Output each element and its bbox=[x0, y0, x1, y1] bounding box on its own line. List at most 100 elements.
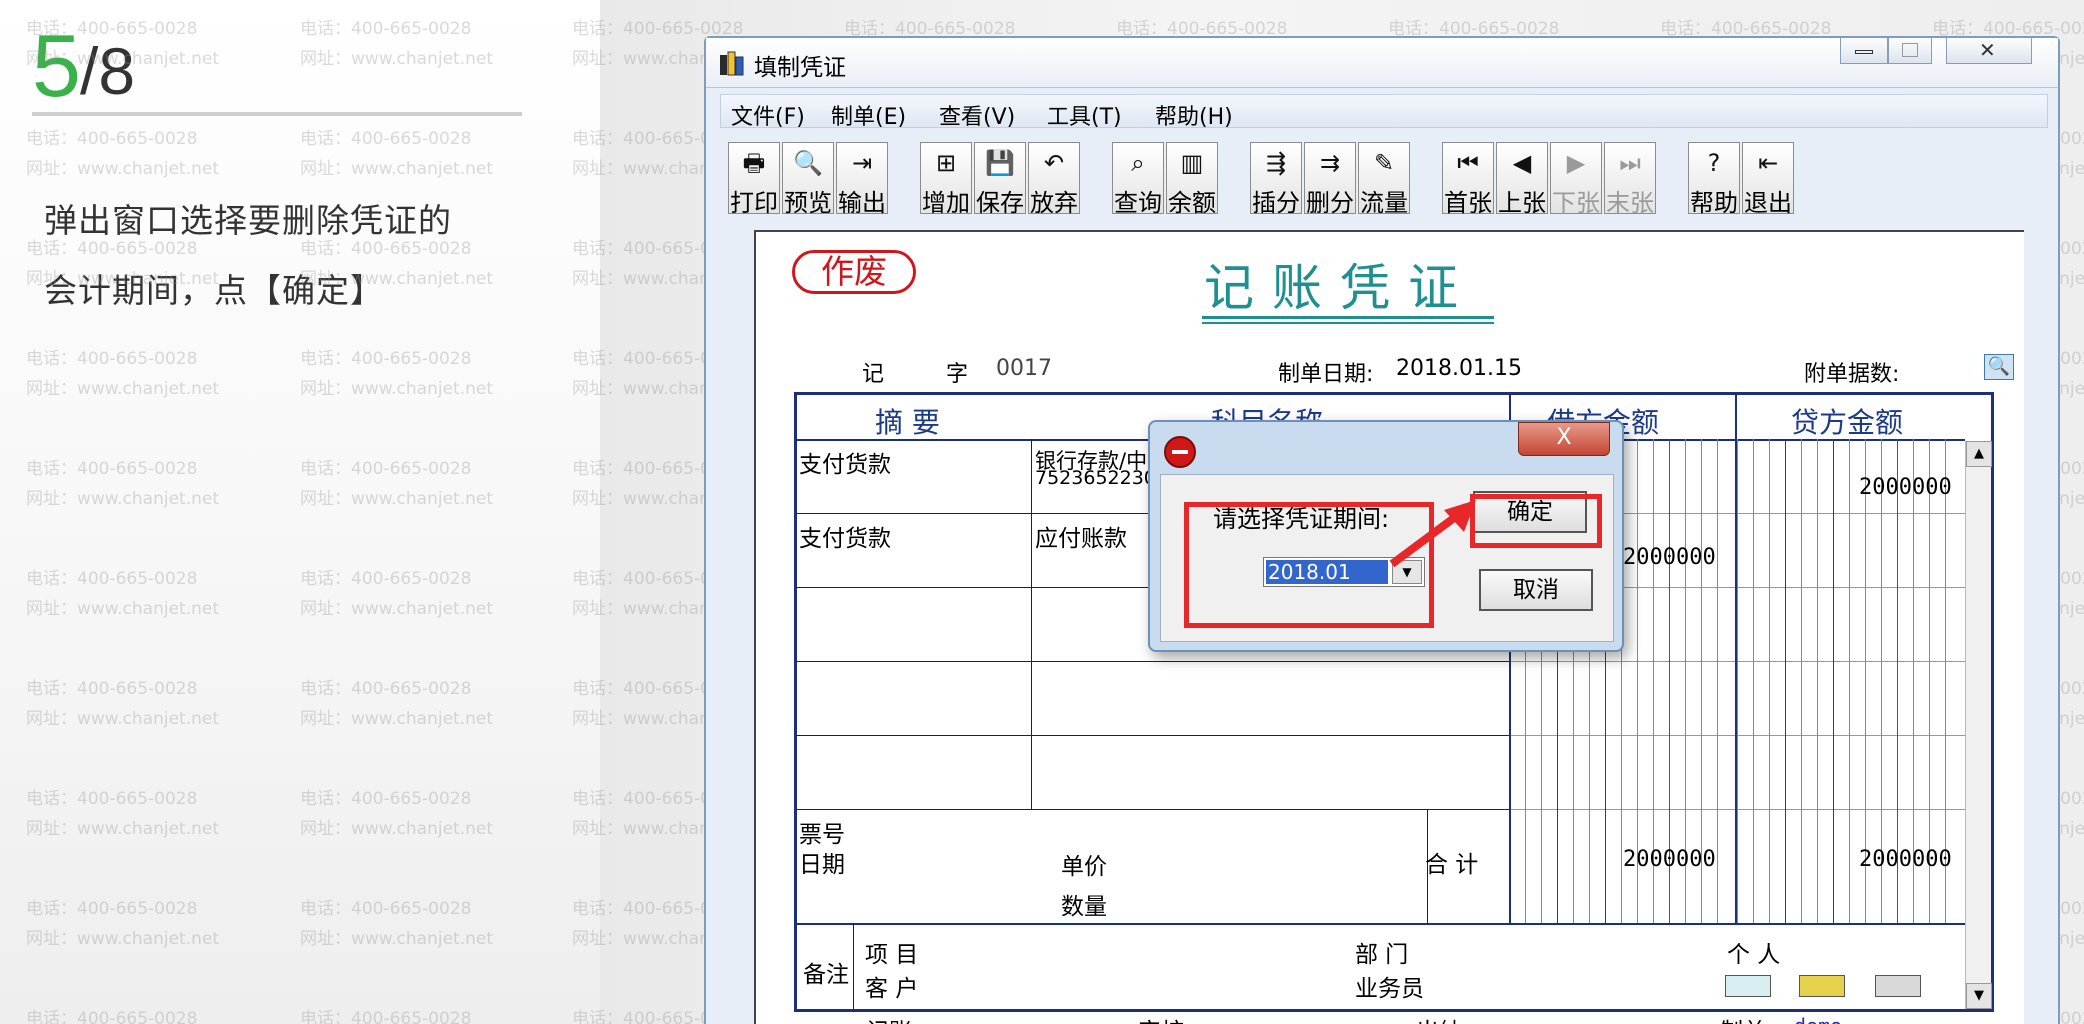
qty-label: 数量 bbox=[1061, 894, 1107, 920]
row1-summary[interactable]: 支付货款 bbox=[799, 445, 891, 479]
tutorial-panel: 5 /8 弹出窗口选择要删除凭证的 会计期间，点【确定】 bbox=[0, 0, 600, 1024]
magnifier-icon[interactable]: 🔍 bbox=[1984, 354, 2014, 380]
row1-account-sub: 7523652230 bbox=[1035, 467, 1156, 489]
grid-hline bbox=[797, 809, 1509, 810]
next-icon: ▶ bbox=[1566, 149, 1586, 177]
grid-vline bbox=[1717, 439, 1718, 923]
toolbar-button-3[interactable]: ⊞ 增加 bbox=[920, 142, 972, 217]
toolbar-label: 流量 bbox=[1360, 189, 1408, 217]
grid-vline bbox=[1753, 439, 1754, 923]
grid-vline bbox=[1833, 439, 1834, 923]
step-total: /8 bbox=[80, 34, 136, 108]
toolbar-button-8[interactable]: ⇶ 插分 bbox=[1250, 142, 1302, 217]
scroll-down-icon[interactable]: ▼ bbox=[1966, 983, 1992, 1009]
toolbar-button-10[interactable]: ✎ 流量 bbox=[1358, 142, 1410, 217]
toolbar-button-6[interactable]: ⌕ 查询 bbox=[1112, 142, 1164, 217]
voucher-number-label: 字 bbox=[946, 362, 969, 387]
toolbar-label: 帮助 bbox=[1690, 189, 1738, 217]
ticket-label: 票号 bbox=[799, 822, 845, 848]
grid-hline bbox=[797, 735, 1509, 736]
add-icon: ⊞ bbox=[935, 149, 957, 177]
first-icon: ⏮ bbox=[1457, 149, 1479, 177]
toolbar-button-7[interactable]: ▥ 余额 bbox=[1166, 142, 1218, 217]
card-icon[interactable] bbox=[1799, 975, 1845, 997]
grid-vline bbox=[1801, 439, 1802, 923]
period-dialog: X 请选择凭证期间: 2018.01 ▼ 确定 取消 bbox=[1148, 420, 1624, 652]
price-label: 单价 bbox=[1061, 854, 1107, 880]
menu-voucher[interactable]: 制单(E) bbox=[831, 99, 906, 131]
title-underline bbox=[1202, 316, 1494, 319]
toolbar-label: 退出 bbox=[1744, 189, 1792, 217]
toolbar-button-1[interactable]: 🔍 预览 bbox=[782, 142, 834, 217]
last-icon: ⏭ bbox=[1619, 149, 1641, 177]
toolbar: 🖶 打印 🔍 预览 ⇥ 输出 ⊞ 增加 💾 保存 ↶ 放弃 ⌕ 查询 ▥ 余额 ⇶ 插分 ⇉ 删分 ✎ 流量 ⏮ 首张 ◀ 上张 ▶… bbox=[720, 134, 2048, 217]
voucher-date[interactable]: 2018.01.15 bbox=[1396, 356, 1522, 381]
menu-view[interactable]: 查看(V) bbox=[939, 99, 1015, 131]
pen-icon: ✎ bbox=[1373, 149, 1395, 177]
row2-debit[interactable]: 2000000 bbox=[1623, 545, 1716, 570]
toolbar-button-0[interactable]: 🖶 打印 bbox=[728, 142, 780, 217]
toolbar-button-15[interactable]: ? 帮助 bbox=[1688, 142, 1740, 217]
maximize-button[interactable] bbox=[1888, 38, 1932, 64]
footer-maker-name: demo bbox=[1794, 1014, 1842, 1024]
toolbar-label: 下张 bbox=[1552, 189, 1600, 217]
staff-label: 业务员 bbox=[1355, 976, 1424, 1002]
toolbar-button-12[interactable]: ◀ 上张 bbox=[1496, 142, 1548, 217]
maximize-icon bbox=[1902, 43, 1918, 57]
grid-vline bbox=[1031, 439, 1032, 809]
window-close-button[interactable]: ✕ bbox=[1946, 38, 2032, 64]
grid-hline bbox=[797, 661, 1509, 662]
attachments-label: 附单据数: bbox=[1804, 362, 1900, 387]
grid-vline bbox=[853, 923, 854, 1009]
insert-row-icon: ⇶ bbox=[1265, 149, 1287, 177]
toolbar-label: 保存 bbox=[976, 189, 1024, 217]
toolbar-label: 末张 bbox=[1606, 189, 1654, 217]
toolbar-button-4[interactable]: 💾 保存 bbox=[974, 142, 1026, 217]
toolbar-label: 删分 bbox=[1306, 189, 1354, 217]
void-stamp: 作废 bbox=[792, 250, 916, 294]
header-summary: 摘 要 bbox=[875, 406, 940, 439]
grid-scrollbar[interactable]: ▲ ▼ bbox=[1965, 441, 1992, 1009]
window-title: 填制凭证 bbox=[754, 55, 846, 81]
undo-icon: ↶ bbox=[1043, 149, 1065, 177]
grid-vline bbox=[1785, 439, 1786, 923]
print-icon: 🖶 bbox=[742, 149, 766, 177]
dept-label: 部 门 bbox=[1355, 942, 1409, 968]
menu-tools[interactable]: 工具(T) bbox=[1047, 99, 1122, 131]
scroll-up-icon[interactable]: ▲ bbox=[1966, 441, 1992, 467]
toolbar-button-2[interactable]: ⇥ 输出 bbox=[836, 142, 888, 217]
remark-label: 备注 bbox=[803, 962, 849, 988]
voucher-type[interactable]: 记 bbox=[862, 356, 884, 388]
toolbar-button-11[interactable]: ⏮ 首张 bbox=[1442, 142, 1494, 217]
cancel-button[interactable]: 取消 bbox=[1479, 569, 1593, 611]
toolbar-button-9[interactable]: ⇉ 删分 bbox=[1304, 142, 1356, 217]
person-label: 个 人 bbox=[1727, 942, 1781, 968]
menu-help[interactable]: 帮助(H) bbox=[1155, 99, 1233, 131]
window-titlebar[interactable]: 填制凭证 ✕ bbox=[706, 38, 2058, 88]
pointer-arrow-icon bbox=[1389, 500, 1476, 568]
toolbar-label: 输出 bbox=[838, 189, 886, 217]
toolbar-button-16[interactable]: ⇤ 退出 bbox=[1742, 142, 1794, 217]
minimize-icon bbox=[1855, 50, 1873, 54]
step-divider bbox=[32, 112, 522, 116]
row2-account[interactable]: 应付账款 bbox=[1035, 519, 1127, 553]
grid-vline bbox=[1735, 395, 1737, 923]
total-label: 合 计 bbox=[1425, 852, 1479, 878]
minimize-button[interactable] bbox=[1840, 38, 1888, 64]
grid-vline bbox=[1817, 439, 1818, 923]
tool-icon[interactable] bbox=[1875, 975, 1921, 997]
voucher-number: 0017 bbox=[996, 356, 1052, 381]
toolbar-label: 预览 bbox=[784, 189, 832, 217]
total-debit: 2000000 bbox=[1623, 847, 1716, 872]
title-underline-2 bbox=[1202, 322, 1494, 324]
stop-icon bbox=[1164, 436, 1196, 468]
menu-file[interactable]: 文件(F) bbox=[731, 99, 805, 131]
toolbar-button-5[interactable]: ↶ 放弃 bbox=[1028, 142, 1080, 217]
row2-summary[interactable]: 支付货款 bbox=[799, 519, 891, 553]
step-current: 5 bbox=[32, 16, 81, 115]
note-icon[interactable] bbox=[1725, 975, 1771, 997]
menu-bar: 文件(F) 制单(E) 查看(V) 工具(T) 帮助(H) bbox=[720, 94, 2048, 131]
dialog-close-button[interactable]: X bbox=[1518, 422, 1610, 456]
grid-hline bbox=[797, 923, 1965, 925]
row1-credit[interactable]: 2000000 bbox=[1859, 475, 1952, 500]
